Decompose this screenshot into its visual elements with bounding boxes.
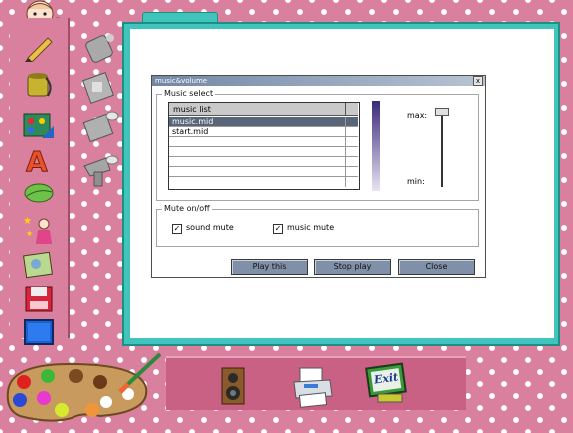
music-select-group: Music select music list music.mid start.… bbox=[156, 89, 479, 201]
music-select-label: Music select bbox=[162, 89, 216, 98]
screen-icon[interactable] bbox=[22, 318, 56, 348]
photo-icon[interactable] bbox=[22, 250, 56, 280]
track-name: music.mid bbox=[172, 117, 214, 126]
list-item-empty[interactable] bbox=[169, 157, 358, 167]
max-label: max: bbox=[407, 111, 428, 120]
mute-group: Mute on/off ✓ sound mute ✓ music mute bbox=[156, 204, 479, 247]
tool-panel: A ★ ★ bbox=[10, 18, 70, 345]
close-icon[interactable]: x bbox=[473, 76, 483, 86]
music-mute-label: music mute bbox=[287, 223, 335, 232]
svg-text:★: ★ bbox=[26, 229, 33, 238]
sound-mute-checkbox[interactable]: ✓ bbox=[172, 224, 182, 234]
speaker-icon[interactable] bbox=[220, 366, 248, 406]
music-volume-dialog: music&volume x Music select music list m… bbox=[151, 75, 486, 278]
fill-pattern-icon[interactable] bbox=[80, 70, 120, 106]
dialog-titlebar[interactable]: music&volume x bbox=[152, 76, 485, 86]
svg-text:★: ★ bbox=[23, 216, 32, 227]
list-item[interactable]: music.mid bbox=[169, 117, 358, 127]
save-disk-icon[interactable] bbox=[22, 284, 56, 314]
printer-icon[interactable] bbox=[290, 366, 336, 408]
list-item-empty[interactable] bbox=[169, 167, 358, 177]
music-list-header: music list bbox=[169, 103, 345, 116]
svg-text:A: A bbox=[26, 145, 48, 174]
hairdryer-icon[interactable] bbox=[80, 152, 120, 188]
sound-mute-label: sound mute bbox=[186, 223, 234, 232]
text-tool-icon[interactable]: A bbox=[22, 144, 56, 179]
paint-bucket-icon[interactable] bbox=[22, 68, 56, 98]
mute-group-label: Mute on/off bbox=[162, 204, 212, 213]
list-item-empty[interactable] bbox=[169, 147, 358, 157]
exit-monitor-icon[interactable]: Exit bbox=[364, 362, 412, 406]
list-header-spacer bbox=[345, 103, 358, 116]
list-item-empty[interactable] bbox=[169, 137, 358, 147]
list-item[interactable]: start.mid bbox=[169, 127, 358, 137]
spray-tool-icon[interactable] bbox=[80, 30, 120, 66]
stop-button[interactable]: Stop play bbox=[314, 259, 391, 275]
magic-fairy-icon[interactable]: ★ ★ bbox=[22, 214, 56, 244]
volume-gradient-bar bbox=[372, 101, 380, 191]
pencil-icon[interactable] bbox=[22, 32, 56, 63]
close-button[interactable]: Close bbox=[398, 259, 475, 275]
brush-tool-icon[interactable] bbox=[80, 108, 120, 144]
list-item-empty[interactable] bbox=[169, 177, 358, 187]
stamp-palette-icon[interactable] bbox=[22, 110, 56, 140]
music-mute-checkbox[interactable]: ✓ bbox=[273, 224, 283, 234]
volume-slider-thumb[interactable] bbox=[435, 108, 449, 116]
min-label: min: bbox=[407, 177, 425, 186]
volume-slider-track[interactable] bbox=[441, 111, 443, 187]
palette-icon[interactable] bbox=[0, 352, 168, 424]
play-button[interactable]: Play this bbox=[231, 259, 308, 275]
track-name: start.mid bbox=[172, 127, 209, 136]
dialog-title: music&volume bbox=[155, 77, 208, 85]
eraser-leaf-icon[interactable] bbox=[22, 178, 56, 208]
music-list[interactable]: music list music.mid start.mid bbox=[168, 102, 360, 190]
